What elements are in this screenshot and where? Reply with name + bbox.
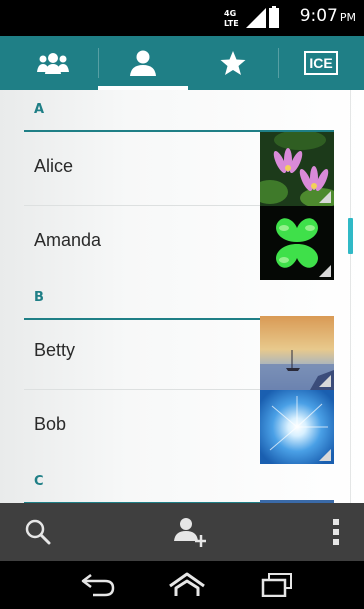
status-bar: 4G LTE 9:07 PM	[0, 0, 364, 36]
lte-icon: 4G LTE	[224, 9, 239, 28]
star-icon	[220, 51, 246, 75]
ice-icon: ICE	[304, 51, 338, 75]
contact-photo[interactable]	[260, 316, 334, 390]
section-header-a: A	[24, 90, 334, 132]
back-icon	[81, 574, 115, 597]
tab-bar: ICE	[0, 36, 364, 90]
contact-row-amanda[interactable]: Amanda	[24, 206, 334, 280]
home-icon	[169, 572, 205, 596]
tab-ice[interactable]: ICE	[278, 36, 364, 90]
contact-row-betty[interactable]: Betty	[24, 316, 334, 390]
search-button[interactable]	[8, 503, 68, 561]
person-icon	[130, 50, 156, 76]
status-time: 9:07 PM	[300, 6, 356, 26]
ice-label: ICE	[309, 55, 333, 71]
section-header-b: B	[24, 278, 334, 320]
action-bar	[0, 503, 364, 561]
recents-button[interactable]	[242, 561, 312, 609]
contact-row-bob[interactable]: Bob	[24, 390, 334, 464]
photo-corner-icon	[319, 265, 331, 277]
tab-groups[interactable]	[8, 36, 98, 90]
contact-name: Bob	[34, 414, 67, 434]
photo-corner-icon	[319, 375, 331, 387]
scroll-track	[350, 90, 351, 503]
time-text: 9:07	[299, 6, 338, 26]
contact-name: Betty	[34, 340, 76, 360]
recents-icon	[261, 573, 292, 597]
add-contact-icon	[174, 518, 206, 547]
overflow-menu-button[interactable]	[316, 503, 356, 561]
photo-corner-icon	[319, 191, 331, 203]
section-letter: C	[34, 474, 44, 489]
contact-list[interactable]: A Alice Amanda B Betty Bob C	[0, 90, 364, 503]
section-header-c: C	[24, 462, 334, 503]
scroll-thumb[interactable]	[348, 218, 353, 254]
overflow-menu-icon	[333, 519, 339, 545]
photo-corner-icon	[319, 449, 331, 461]
contact-name: Amanda	[34, 230, 102, 250]
tab-contacts[interactable]	[98, 36, 188, 90]
navigation-bar	[0, 561, 364, 609]
contact-photo[interactable]	[260, 390, 334, 464]
signal-icon	[246, 8, 266, 28]
home-button[interactable]	[152, 561, 222, 609]
battery-icon	[269, 6, 279, 28]
search-icon	[25, 519, 51, 545]
contact-name: Alice	[34, 156, 74, 176]
section-letter: A	[34, 102, 45, 117]
contact-row-alice[interactable]: Alice	[24, 132, 334, 206]
ampm-text: PM	[339, 11, 356, 24]
groups-icon	[37, 53, 69, 74]
tab-favorites[interactable]	[188, 36, 278, 90]
svg-text:LTE: LTE	[224, 19, 239, 28]
contact-photo[interactable]	[260, 206, 334, 280]
back-button[interactable]	[62, 561, 132, 609]
contact-photo[interactable]	[260, 132, 334, 206]
svg-text:4G: 4G	[224, 9, 236, 18]
add-contact-button[interactable]	[160, 503, 220, 561]
section-letter: B	[34, 290, 44, 305]
